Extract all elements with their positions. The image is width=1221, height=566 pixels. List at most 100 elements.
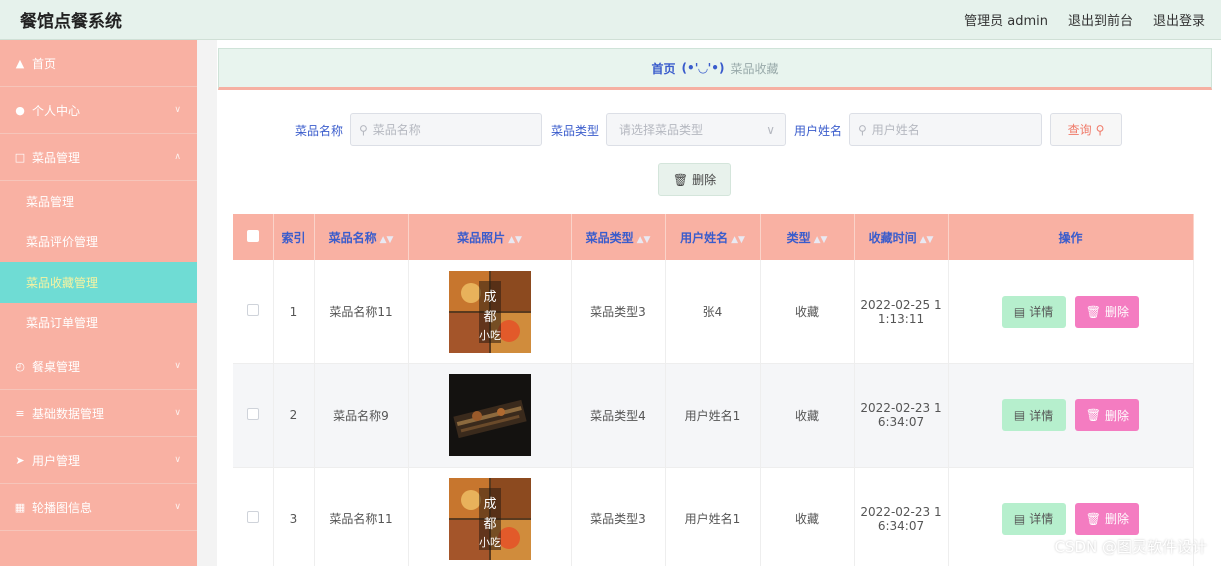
sidebar-subitem-dish-favorite[interactable]: 菜品收藏管理 xyxy=(0,262,197,303)
dish-photo[interactable]: 成都小吃 xyxy=(448,477,531,560)
user-name-placeholder: 用户姓名 xyxy=(871,123,920,137)
app-title: 餐馆点餐系统 xyxy=(20,12,122,32)
search-icon: ⚲ xyxy=(858,122,867,137)
sidebar-item-table-management[interactable]: ◴ 餐桌管理 ∨ xyxy=(0,343,197,390)
chevron-up-icon: ∧ xyxy=(174,152,181,162)
query-button[interactable]: 查询 ⚲ xyxy=(1050,113,1122,146)
dish-type-placeholder: 请选择菜品类型 xyxy=(619,123,704,137)
cell-dish-name: 菜品名称11 xyxy=(314,260,409,364)
trash-icon: 🗑 xyxy=(1085,304,1102,319)
sidebar-item-dish-management[interactable]: □ 菜品管理 ∧ xyxy=(0,134,197,181)
cell-index: 3 xyxy=(273,467,315,566)
col-index: 索引 xyxy=(273,214,315,260)
sidebar-item-user-management[interactable]: ➤ 用户管理 ∨ xyxy=(0,437,197,484)
cell-user-name: 张4 xyxy=(665,260,761,364)
cell-dish-photo: 成都小吃 xyxy=(408,467,572,566)
sidebar-item-home[interactable]: ▲ 首页 xyxy=(0,40,197,87)
breadcrumb: 首页 (•'◡'•) 菜品收藏 xyxy=(218,48,1212,90)
sidebar-item-label: 首页 xyxy=(32,56,57,71)
delete-button-label: 删除 xyxy=(1105,512,1130,527)
favorites-table: 索引 菜品名称 ▲▼ 菜品照片 ▲▼ 菜品类型 ▲▼ 用户姓名 ▲▼ 类型 ▲▼ 收藏时间… xyxy=(233,214,1194,566)
detail-button[interactable]: ▤ 详情 xyxy=(1001,502,1066,535)
svg-text:成: 成 xyxy=(483,290,496,305)
cell-fav-time: 2022-02-23 1 6:34:07 xyxy=(854,363,949,468)
sidebar-item-label: 菜品管理 xyxy=(32,150,81,165)
exit-to-front-link[interactable]: 退出到前台 xyxy=(1068,10,1133,29)
sidebar-subitem-dish-order[interactable]: 菜品订单管理 xyxy=(0,303,197,344)
sort-icon[interactable]: ▲▼ xyxy=(731,235,745,245)
select-all-cell[interactable] xyxy=(233,214,274,260)
fav-time-line2: 6:34:07 xyxy=(877,415,925,430)
grid-icon: ▦ xyxy=(14,500,26,514)
col-dish-type[interactable]: 菜品类型 ▲▼ xyxy=(571,214,666,260)
sidebar-item-label: 餐桌管理 xyxy=(32,359,81,374)
delete-button[interactable]: 🗑 删除 xyxy=(1075,399,1140,432)
sort-icon[interactable]: ▲▼ xyxy=(380,235,394,245)
sort-icon[interactable]: ▲▼ xyxy=(637,235,651,245)
sidebar-item-carousel[interactable]: ▦ 轮播图信息 ∨ xyxy=(0,484,197,531)
plane-icon: ➤ xyxy=(15,453,25,467)
col-fav-time[interactable]: 收藏时间 ▲▼ xyxy=(854,214,949,260)
cell-actions: ▤ 详情 🗑 删除 xyxy=(948,260,1194,364)
user-name-input[interactable]: ⚲ 用户姓名 xyxy=(849,113,1042,146)
chevron-down-icon: ∨ xyxy=(174,455,181,465)
svg-text:成: 成 xyxy=(483,497,496,512)
sidebar-item-basic-data[interactable]: ≡ 基础数据管理 ∨ xyxy=(0,390,197,437)
table-row: 1 菜品名称11 成都小吃 菜品类型3 张4 收藏 2022-02-25 1 1:… xyxy=(233,260,1194,364)
col-dish-photo[interactable]: 菜品照片 ▲▼ xyxy=(408,214,572,260)
sort-icon[interactable]: ▲▼ xyxy=(508,235,522,245)
dish-photo[interactable]: 成都小吃 xyxy=(448,270,531,353)
delete-button[interactable]: 🗑 删除 xyxy=(1075,295,1140,328)
sort-icon[interactable]: ▲▼ xyxy=(920,235,934,245)
sidebar-item-label: 基础数据管理 xyxy=(32,406,105,421)
row-checkbox[interactable] xyxy=(246,407,259,420)
svg-text:都: 都 xyxy=(483,310,496,325)
batch-delete-button[interactable]: 🗑 删除 xyxy=(658,163,731,196)
cell-dish-photo xyxy=(408,363,572,468)
svg-text:都: 都 xyxy=(483,517,496,532)
col-dish-photo-label: 菜品照片 xyxy=(457,230,506,245)
search-icon: ⚲ xyxy=(359,122,368,137)
chevron-down-icon: ∨ xyxy=(174,105,181,115)
cell-kind: 收藏 xyxy=(760,260,855,364)
sidebar-item-profile[interactable]: ● 个人中心 ∨ xyxy=(0,87,197,134)
cell-fav-time: 2022-02-25 1 1:13:11 xyxy=(854,260,949,364)
search-bar: 菜品名称 ⚲ 菜品名称 菜品类型 请选择菜品类型 ∨ 用户姓名 ⚲ 用户姓名 查… xyxy=(197,113,1221,147)
clock-icon: ◴ xyxy=(15,359,25,373)
dish-name-input[interactable]: ⚲ 菜品名称 xyxy=(350,113,542,146)
sidebar-subitem-dish[interactable]: 菜品管理 xyxy=(0,181,197,222)
detail-button[interactable]: ▤ 详情 xyxy=(1001,295,1066,328)
select-all-checkbox[interactable] xyxy=(246,229,259,242)
row-checkbox[interactable] xyxy=(246,304,259,316)
delete-button[interactable]: 🗑 删除 xyxy=(1075,502,1140,535)
fav-time-line2: 1:13:11 xyxy=(877,311,925,326)
user-icon: ● xyxy=(15,103,25,117)
table-row: 2 菜品名称9 菜品类型4 用户姓名1 收藏 2022-02-23 1 6:34:… xyxy=(233,363,1194,468)
detail-button[interactable]: ▤ 详情 xyxy=(1001,399,1066,432)
trash-icon: 🗑 xyxy=(672,172,689,187)
cell-index: 2 xyxy=(273,363,315,468)
col-actions: 操作 xyxy=(948,214,1194,260)
sidebar-item-label: 轮播图信息 xyxy=(32,500,93,515)
cell-kind: 收藏 xyxy=(760,467,855,566)
breadcrumb-home[interactable]: 首页 xyxy=(652,60,676,77)
sidebar-subitem-dish-review[interactable]: 菜品评价管理 xyxy=(0,222,197,263)
sort-icon[interactable]: ▲▼ xyxy=(814,235,828,245)
detail-button-label: 详情 xyxy=(1029,408,1054,423)
fav-time-line1: 2022-02-23 1 xyxy=(860,401,942,416)
col-user-name[interactable]: 用户姓名 ▲▼ xyxy=(665,214,761,260)
dish-type-select[interactable]: 请选择菜品类型 ∨ xyxy=(606,113,786,146)
row-checkbox[interactable] xyxy=(246,511,259,524)
col-kind[interactable]: 类型 ▲▼ xyxy=(760,214,855,260)
col-dish-name[interactable]: 菜品名称 ▲▼ xyxy=(314,214,409,260)
dish-photo[interactable] xyxy=(448,374,531,457)
cell-user-name: 用户姓名1 xyxy=(665,363,761,468)
cell-user-name: 用户姓名1 xyxy=(665,467,761,566)
expand-icon: □ xyxy=(14,150,26,164)
dish-type-label: 菜品类型 xyxy=(551,124,600,138)
sidebar: ▲ 首页 ● 个人中心 ∨ □ 菜品管理 ∧ 菜品管理 菜品评价管理 菜品收藏管理 菜… xyxy=(0,40,197,566)
main-content: 首页 (•'◡'•) 菜品收藏 菜品名称 ⚲ 菜品名称 菜品类型 请选择菜品类型… xyxy=(197,40,1221,566)
cell-dish-type: 菜品类型3 xyxy=(571,467,666,566)
admin-label: 管理员 admin xyxy=(964,14,1048,29)
logout-link[interactable]: 退出登录 xyxy=(1153,10,1205,29)
